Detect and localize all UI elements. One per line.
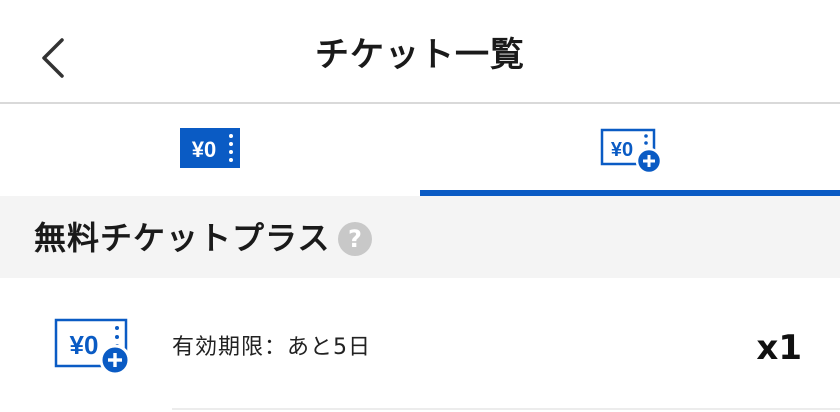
section-header: 無料チケットプラス (0, 196, 840, 278)
ticket-list-item[interactable]: ¥0 有効期限：あと5日 x1 (0, 278, 840, 412)
ticket-type-tabs: ¥0 ¥0 (0, 104, 840, 196)
ticket-row-icon-text: ¥0 (70, 330, 99, 360)
page-title: チケット一覧 (315, 35, 525, 75)
app-header: チケット一覧 (0, 0, 840, 104)
tab-plus-icon-text: ¥0 (611, 139, 633, 161)
ticket-expiry-text: 有効期限：あと5日 (172, 335, 371, 360)
row-divider (172, 408, 840, 410)
tab-free-ticket-icon-text: ¥0 (192, 137, 216, 162)
section-title: 無料チケットプラス (34, 219, 331, 257)
ticket-count: x1 (756, 328, 802, 368)
yen-zero-ticket-icon: ¥0 (180, 128, 240, 168)
tab-free-ticket[interactable]: ¥0 (0, 104, 420, 196)
yen-zero-ticket-plus-icon: ¥0 (600, 128, 663, 175)
ticket-row-icon-wrapper: ¥0 (54, 316, 134, 380)
question-circle-icon[interactable]: ? (338, 222, 372, 256)
yen-zero-ticket-plus-icon: ¥0 (54, 318, 131, 376)
tab-free-ticket-plus[interactable]: ¥0 (420, 104, 840, 196)
